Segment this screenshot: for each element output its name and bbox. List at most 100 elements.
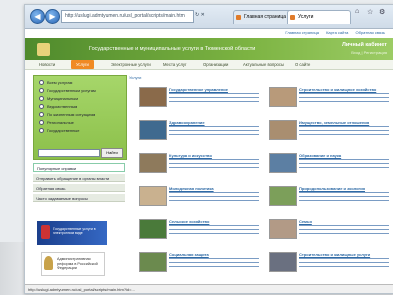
service-thumbnail[interactable]	[139, 219, 167, 239]
service-card-title[interactable]: Строительство и жилищные услуги	[299, 252, 370, 257]
service-subcategory-links[interactable]	[299, 229, 389, 231]
service-subcategory-links[interactable]	[169, 97, 259, 99]
service-card-title[interactable]: Государственное управление	[169, 87, 228, 92]
service-thumbnail[interactable]	[139, 186, 167, 206]
star-icon[interactable]: ☆	[367, 8, 373, 16]
top-link-feedback[interactable]: Обратная связь	[356, 30, 385, 35]
service-card-title[interactable]: Молодежная политика	[169, 186, 214, 191]
service-subcategory-links[interactable]	[299, 266, 389, 268]
service-thumbnail[interactable]	[139, 153, 167, 173]
service-subcategory-links[interactable]	[299, 126, 389, 128]
service-subcategory-links[interactable]	[169, 192, 259, 194]
search-input[interactable]	[38, 149, 100, 157]
service-card[interactable]: Здравоохранение	[139, 120, 259, 150]
service-subcategory-links[interactable]	[169, 163, 259, 165]
service-card[interactable]: Семья	[269, 219, 389, 249]
sidebar-link[interactable]: Популярные справки	[33, 163, 125, 172]
gear-icon[interactable]: ⚙	[379, 8, 385, 16]
service-subcategory-links[interactable]	[299, 258, 389, 260]
service-subcategory-links[interactable]	[299, 262, 389, 264]
service-card[interactable]: Социальная защита	[139, 252, 259, 282]
filter-option[interactable]: Всем услугам	[39, 80, 72, 86]
top-link-home[interactable]: Главная страница	[285, 30, 319, 35]
service-thumbnail[interactable]	[269, 219, 297, 239]
service-card[interactable]: Сельское хозяйство	[139, 219, 259, 249]
top-link-sitemap[interactable]: Карта сайта	[326, 30, 348, 35]
service-thumbnail[interactable]	[269, 186, 297, 206]
service-subcategory-links[interactable]	[299, 196, 389, 198]
service-subcategory-links[interactable]	[169, 262, 259, 264]
service-card[interactable]: Имущество, земельные отношения	[269, 120, 389, 150]
menu-item-places[interactable]: Места услуг	[163, 60, 187, 69]
sidebar-link[interactable]: Часто задаваемые вопросы	[33, 193, 125, 202]
service-subcategory-links[interactable]	[169, 266, 259, 268]
personal-cabinet-link[interactable]: Личный кабинет	[342, 42, 387, 48]
address-controls-icon[interactable]: ↻ ✕	[195, 10, 205, 21]
service-thumbnail[interactable]	[139, 252, 167, 272]
service-subcategory-links[interactable]	[299, 163, 389, 165]
admin-reform-banner[interactable]: Административная реформа в Российской Фе…	[41, 252, 105, 276]
menu-item-services[interactable]: Услуги	[71, 60, 94, 69]
service-card[interactable]: Государственное управление	[139, 87, 259, 117]
radio-icon[interactable]	[39, 120, 44, 126]
service-subcategory-links[interactable]	[169, 159, 259, 161]
search-button[interactable]: Найти	[101, 148, 123, 158]
menu-item-orgs[interactable]: Организации	[203, 60, 228, 69]
service-thumbnail[interactable]	[139, 87, 167, 107]
site-logo[interactable]	[37, 43, 50, 56]
service-thumbnail[interactable]	[269, 87, 297, 107]
radio-icon[interactable]	[39, 104, 44, 110]
menu-item-e-services[interactable]: Электронные услуги	[111, 60, 151, 69]
filter-option[interactable]: Государственным услугам	[39, 88, 96, 94]
service-card-title[interactable]: Образование и наука	[299, 153, 341, 158]
radio-icon[interactable]	[39, 128, 44, 134]
cabinet-login-link[interactable]: Вход | Регистрация	[351, 50, 387, 55]
back-arrow-icon[interactable]: ◀	[30, 9, 45, 24]
service-subcategory-links[interactable]	[299, 93, 389, 95]
service-subcategory-links[interactable]	[169, 167, 259, 169]
service-thumbnail[interactable]	[269, 252, 297, 272]
service-subcategory-links[interactable]	[169, 229, 259, 231]
service-subcategory-links[interactable]	[299, 225, 389, 227]
menu-item-about[interactable]: О сайте	[295, 60, 310, 69]
service-card-title[interactable]: Семья	[299, 219, 312, 224]
radio-icon[interactable]	[39, 96, 44, 102]
service-card[interactable]: Культура и искусство	[139, 153, 259, 183]
service-subcategory-links[interactable]	[299, 130, 389, 132]
service-card[interactable]: Образование и наука	[269, 153, 389, 183]
filter-option[interactable]: Муниципальным	[39, 96, 78, 102]
service-subcategory-links[interactable]	[169, 101, 259, 103]
service-subcategory-links[interactable]	[299, 200, 389, 202]
service-card-title[interactable]: Сельское хозяйство	[169, 219, 209, 224]
service-subcategory-links[interactable]	[169, 196, 259, 198]
service-subcategory-links[interactable]	[169, 126, 259, 128]
e-services-banner[interactable]: Государственные услуги в электронном вид…	[37, 221, 107, 245]
service-card-title[interactable]: Социальная защита	[169, 252, 209, 257]
service-card-title[interactable]: Природопользование и экология	[299, 186, 365, 191]
service-subcategory-links[interactable]	[169, 258, 259, 260]
service-subcategory-links[interactable]	[169, 200, 259, 202]
service-subcategory-links[interactable]	[169, 233, 259, 235]
service-card-title[interactable]: Культура и искусство	[169, 153, 212, 158]
service-subcategory-links[interactable]	[299, 101, 389, 103]
radio-icon[interactable]	[39, 80, 44, 86]
service-subcategory-links[interactable]	[169, 134, 259, 136]
service-subcategory-links[interactable]	[299, 167, 389, 169]
service-subcategory-links[interactable]	[299, 233, 389, 235]
service-card-title[interactable]: Здравоохранение	[169, 120, 205, 125]
service-thumbnail[interactable]	[269, 153, 297, 173]
service-subcategory-links[interactable]	[299, 134, 389, 136]
radio-icon[interactable]	[39, 88, 44, 94]
filter-option[interactable]: Государственные	[39, 128, 79, 134]
radio-icon[interactable]	[39, 112, 44, 118]
service-thumbnail[interactable]	[269, 120, 297, 140]
home-icon[interactable]: ⌂	[355, 8, 359, 15]
service-subcategory-links[interactable]	[169, 93, 259, 95]
breadcrumb[interactable]: Услуги	[129, 75, 141, 80]
service-subcategory-links[interactable]	[299, 159, 389, 161]
filter-option[interactable]: Ведомственным	[39, 104, 77, 110]
address-bar[interactable]: http://uslugi.admtyumen.ru/usl_portal/sc…	[61, 10, 194, 23]
menu-item-news[interactable]: Новости	[39, 60, 55, 69]
filter-option[interactable]: Региональные	[39, 120, 74, 126]
forward-arrow-icon[interactable]: ▶	[45, 9, 60, 24]
